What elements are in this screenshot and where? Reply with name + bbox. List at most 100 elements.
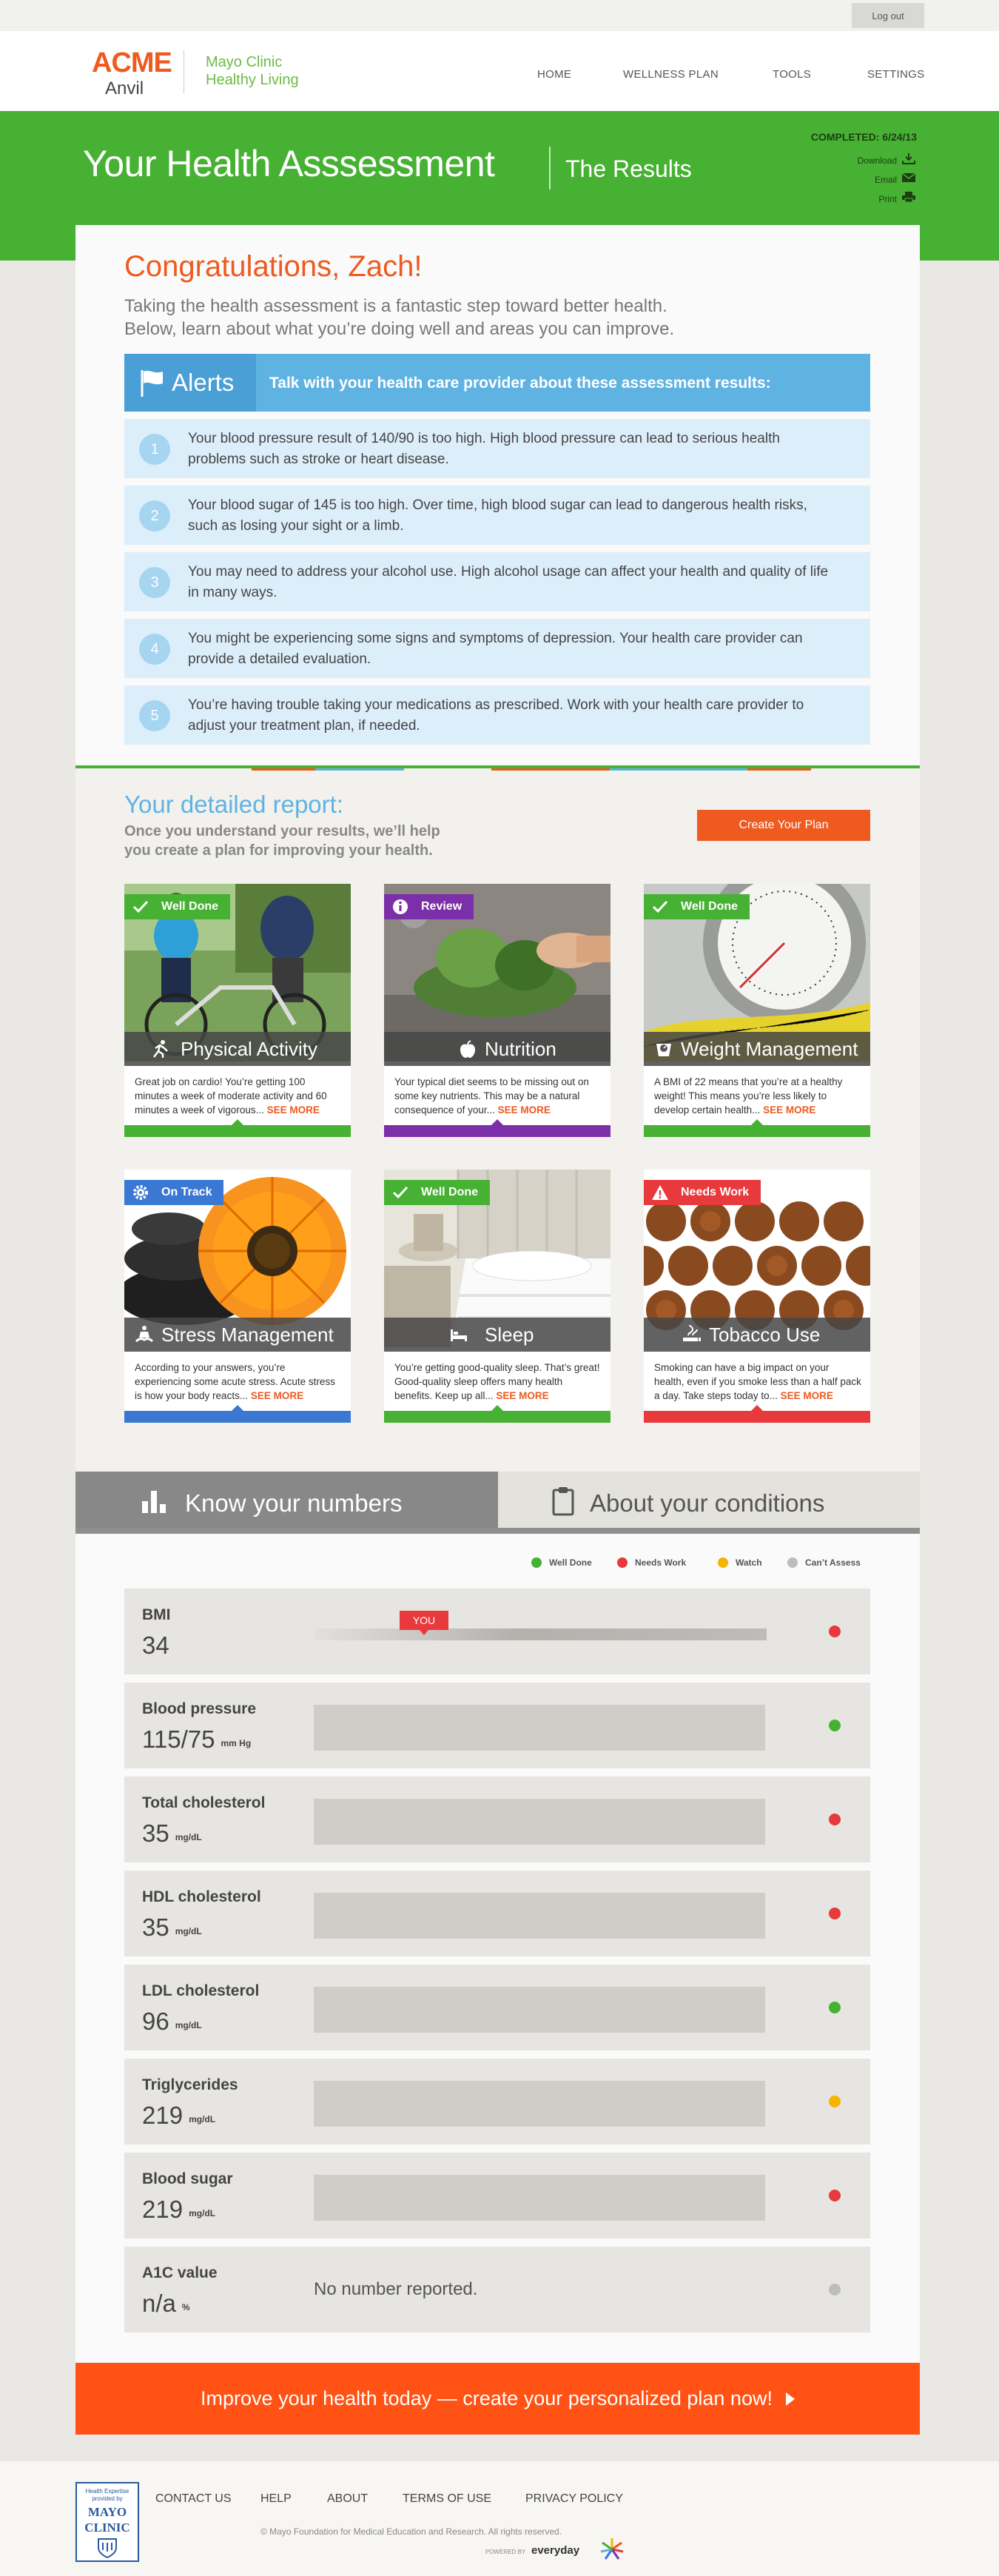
- tile-title-bar: Weight Management: [644, 1032, 870, 1066]
- tile-description: Your typical diet seems to be missing ou…: [394, 1075, 602, 1117]
- cta-label: Improve your health today — create your …: [201, 2387, 773, 2409]
- tile-desc-text: According to your answers, you’re experi…: [135, 1362, 335, 1401]
- tile-nutrition[interactable]: Review Nutrition Your typical diet seems…: [384, 884, 610, 1137]
- alert-item: 5 You’re having trouble taking your medic…: [124, 685, 870, 745]
- create-plan-cta[interactable]: Improve your health today — create your …: [75, 2363, 920, 2435]
- nav-tools[interactable]: TOOLS: [773, 68, 811, 81]
- metric-row-blood-pressure[interactable]: Blood pressure 115/75 mm Hg: [124, 1683, 870, 1768]
- nav-settings[interactable]: SETTINGS: [867, 68, 924, 81]
- intro-text: Taking the health assessment is a fantas…: [124, 295, 790, 341]
- metric-name: Triglycerides: [142, 2076, 238, 2093]
- status-badge: Well Done: [384, 1180, 491, 1205]
- mayo-clinic-logo[interactable]: Health Expertise provided by MAYO CLINIC: [75, 2482, 139, 2562]
- site-footer: Health Expertise provided by MAYO CLINIC…: [0, 2461, 999, 2576]
- tab-know-your-numbers[interactable]: Know your numbers: [75, 1472, 498, 1531]
- bed-icon: [451, 1329, 467, 1341]
- scale-icon: [656, 1044, 671, 1056]
- intro-line-1: Taking the health assessment is a fantas…: [124, 296, 667, 316]
- acme-logo[interactable]: ACME: [92, 47, 172, 79]
- metric-row-triglycerides[interactable]: Triglycerides 219 mg/dL: [124, 2059, 870, 2144]
- report-subtext-1: Once you understand your results, we’ll …: [124, 823, 440, 839]
- results-tabs: Know your numbers About your conditions: [75, 1472, 920, 1531]
- alerts-message: Talk with your health care provider abou…: [269, 375, 771, 392]
- footer-terms-link[interactable]: TERMS OF USE: [403, 2492, 491, 2506]
- see-more-link[interactable]: SEE MORE: [251, 1390, 303, 1401]
- metric-number: 115/75: [142, 1725, 215, 1753]
- nav-wellness-plan[interactable]: WELLNESS PLAN: [623, 68, 719, 81]
- footer-help-link[interactable]: HELP: [260, 2492, 292, 2506]
- tile-footer-bar: [384, 1411, 610, 1423]
- metric-value: 115/75 mm Hg: [142, 1725, 251, 1754]
- alert-item: 4 You might be experiencing some signs an…: [124, 619, 870, 678]
- print-link[interactable]: Print: [878, 194, 897, 204]
- tile-description: A BMI of 22 means that you’re at a healt…: [654, 1075, 861, 1117]
- tile-sleep[interactable]: Well Done Sleep You’re getting good-qual…: [384, 1170, 610, 1423]
- see-more-link[interactable]: SEE MORE: [267, 1104, 320, 1116]
- alerts-header: Alerts Talk with your health care provid…: [124, 354, 870, 412]
- tile-name: Nutrition: [485, 1038, 556, 1060]
- greeting: Congratulations, Zach!: [124, 250, 423, 283]
- metric-row-bmi[interactable]: BMI 34 YOU: [124, 1589, 870, 1674]
- metric-row-hdl[interactable]: HDL cholesterol 35 mg/dL: [124, 1871, 870, 1956]
- tile-name: Tobacco Use: [709, 1324, 821, 1346]
- logout-button[interactable]: Log out: [852, 3, 924, 28]
- status-badge: Review: [384, 894, 474, 919]
- tile-title-bar: Nutrition: [384, 1032, 610, 1066]
- legend-dot: [718, 1557, 728, 1568]
- metric-unit: mg/dL: [175, 1832, 202, 1842]
- nav-home[interactable]: HOME: [537, 68, 571, 81]
- alert-text: Your blood sugar of 145 is too high. Ove…: [188, 497, 807, 534]
- metric-name: LDL cholesterol: [142, 1982, 260, 1999]
- tile-stress-management[interactable]: On Track Stress Management According to …: [124, 1170, 351, 1423]
- divider-accent: [747, 768, 811, 771]
- see-more-link[interactable]: SEE MORE: [498, 1104, 551, 1116]
- metric-row-blood-sugar[interactable]: Blood sugar 219 mg/dL: [124, 2153, 870, 2238]
- apple-icon: [460, 1040, 475, 1058]
- footer-contact-link[interactable]: CONTACT US: [155, 2492, 232, 2506]
- download-icon[interactable]: [901, 152, 916, 164]
- tab-about-your-conditions[interactable]: About your conditions: [498, 1472, 920, 1531]
- tile-physical-activity[interactable]: Well Done Physical Activity Great job on…: [124, 884, 351, 1137]
- print-icon[interactable]: [901, 191, 916, 203]
- metric-name: Blood pressure: [142, 1700, 257, 1717]
- tile-tobacco-use[interactable]: Needs Work Tobacco Use Smoking can have …: [644, 1170, 870, 1423]
- alert-item: 3 You may need to address your alcohol us…: [124, 552, 870, 611]
- status-badge: Well Done: [644, 894, 750, 919]
- metric-row-a1c[interactable]: A1C value n/a% No number reported.: [124, 2247, 870, 2332]
- partner-logo: Mayo Clinic Healthy Living: [206, 53, 299, 89]
- legend-cant-assess: Can’t Assess: [787, 1557, 861, 1568]
- mayo-shield-icon: [98, 2538, 117, 2559]
- tile-weight-management[interactable]: Well Done Weight Management A BMI of 22 …: [644, 884, 870, 1137]
- see-more-link[interactable]: SEE MORE: [781, 1390, 833, 1401]
- site-header: ACME Anvil Mayo Clinic Healthy Living HO…: [0, 31, 999, 111]
- legend-well-done: Well Done: [531, 1557, 592, 1568]
- tile-name: Weight Management: [681, 1038, 858, 1060]
- see-more-link[interactable]: SEE MORE: [763, 1104, 815, 1116]
- status-badge: Needs Work: [644, 1180, 761, 1205]
- email-icon[interactable]: [901, 172, 916, 184]
- no-number-note: No number reported.: [314, 2279, 478, 2299]
- tile-title-bar: Physical Activity: [124, 1032, 351, 1066]
- download-link[interactable]: Download: [858, 155, 897, 166]
- footer-privacy-link[interactable]: PRIVACY POLICY: [525, 2492, 623, 2506]
- email-link[interactable]: Email: [875, 175, 897, 185]
- tile-footer-bar: [384, 1125, 610, 1137]
- metric-row-total-cholesterol[interactable]: Total cholesterol 35 mg/dL: [124, 1777, 870, 1862]
- metric-track: [314, 1705, 765, 1751]
- completed-date: COMPLETED: 6/24/13: [810, 131, 917, 143]
- metric-number: 35: [142, 1819, 169, 1847]
- checkmark-icon: [652, 900, 668, 913]
- metric-number: n/a: [142, 2290, 176, 2317]
- metric-row-ldl[interactable]: LDL cholesterol 96 mg/dL: [124, 1965, 870, 2050]
- alert-text: You may need to address your alcohol use…: [188, 564, 829, 600]
- create-plan-button[interactable]: Create Your Plan: [697, 810, 870, 841]
- metric-name: Total cholesterol: [142, 1794, 266, 1811]
- everyday-health-logo[interactable]: everyday: [531, 2544, 579, 2557]
- legend-dot: [617, 1557, 628, 1568]
- see-more-link[interactable]: SEE MORE: [496, 1390, 548, 1401]
- tile-title-bar: Sleep: [384, 1318, 610, 1352]
- badge-label: On Track: [161, 1186, 212, 1198]
- report-subtext: Once you understand your results, we’ll …: [124, 822, 494, 860]
- footer-about-link[interactable]: ABOUT: [327, 2492, 368, 2506]
- alert-text: You might be experiencing some signs and…: [188, 631, 803, 667]
